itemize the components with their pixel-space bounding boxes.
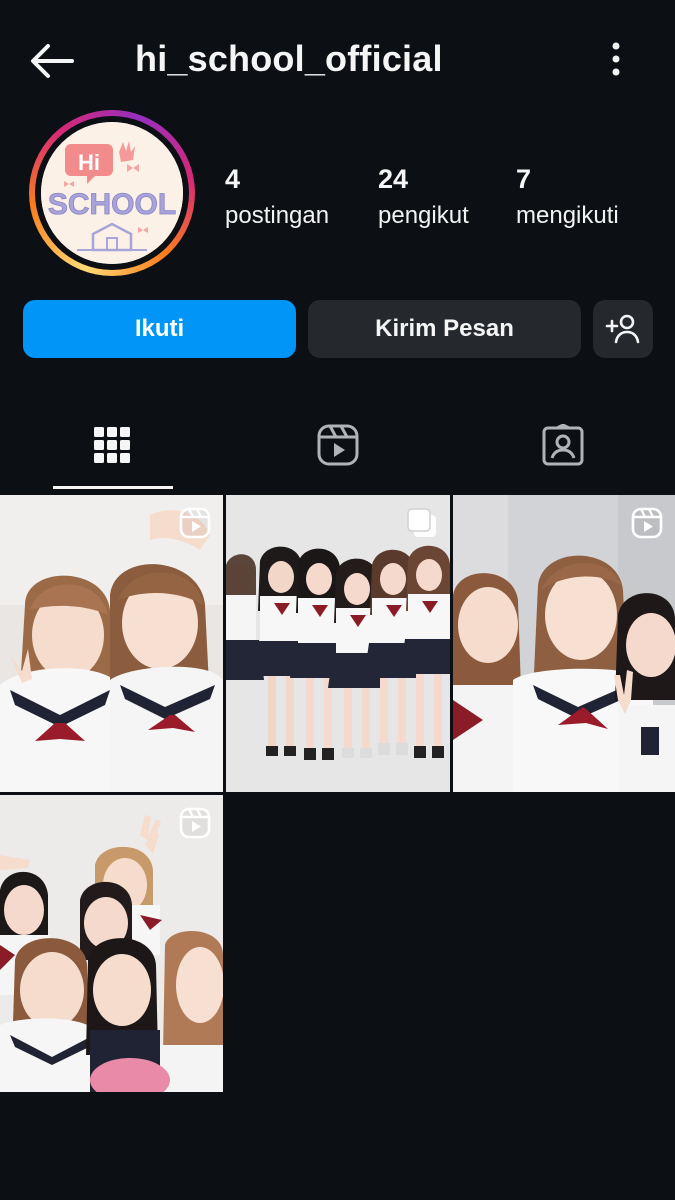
logo-hi-text: Hi bbox=[78, 150, 100, 175]
post-photo bbox=[0, 795, 223, 1092]
suggest-accounts-button[interactable] bbox=[593, 300, 653, 358]
post-thumbnail[interactable] bbox=[453, 495, 675, 792]
carousel-icon bbox=[407, 508, 436, 537]
more-options-button[interactable] bbox=[596, 38, 636, 84]
avatar: Hi SCHOOL bbox=[41, 122, 183, 264]
profile-username: hi_school_official bbox=[135, 38, 443, 79]
followers-count-value: 24 bbox=[378, 164, 409, 194]
post-thumbnail[interactable] bbox=[226, 495, 450, 792]
active-tab-indicator bbox=[53, 486, 173, 489]
post-photo bbox=[0, 495, 223, 792]
followers-count[interactable]: 24 pengikut bbox=[378, 163, 469, 237]
following-count[interactable]: 7 mengikuti bbox=[516, 163, 619, 237]
reels-icon bbox=[631, 507, 663, 539]
reels-icon bbox=[179, 807, 211, 839]
more-vertical-icon bbox=[612, 42, 620, 76]
posts-count[interactable]: 4 postingan bbox=[225, 163, 329, 237]
tagged-user-icon bbox=[542, 424, 584, 466]
tab-tagged[interactable] bbox=[533, 415, 593, 475]
post-photo bbox=[226, 495, 450, 792]
reels-icon bbox=[317, 424, 359, 466]
logo-school-text: SCHOOL bbox=[48, 188, 176, 221]
arrow-left-icon bbox=[31, 44, 74, 78]
followers-count-label: pengikut bbox=[378, 202, 469, 229]
follow-button[interactable]: Ikuti bbox=[23, 300, 296, 358]
grid-icon bbox=[94, 427, 130, 463]
tab-reels[interactable] bbox=[308, 415, 368, 475]
post-thumbnail[interactable] bbox=[0, 495, 223, 792]
back-button[interactable] bbox=[22, 36, 78, 86]
following-count-value: 7 bbox=[516, 164, 532, 194]
send-message-button[interactable]: Kirim Pesan bbox=[308, 300, 581, 358]
post-photo bbox=[453, 495, 675, 792]
reels-icon bbox=[179, 507, 211, 539]
add-user-icon bbox=[605, 314, 640, 344]
tab-posts-grid[interactable] bbox=[82, 415, 142, 475]
hi-school-logo: Hi SCHOOL bbox=[41, 122, 183, 264]
top-bar: hi_school_official bbox=[0, 0, 675, 120]
following-count-label: mengikuti bbox=[516, 202, 619, 229]
posts-count-value: 4 bbox=[225, 164, 241, 194]
post-thumbnail[interactable] bbox=[0, 795, 223, 1092]
posts-count-label: postingan bbox=[225, 202, 330, 229]
profile-page: hi_school_official Hi SCHOOL 4 postingan… bbox=[0, 0, 675, 1200]
story-ring[interactable]: Hi SCHOOL bbox=[29, 110, 195, 276]
